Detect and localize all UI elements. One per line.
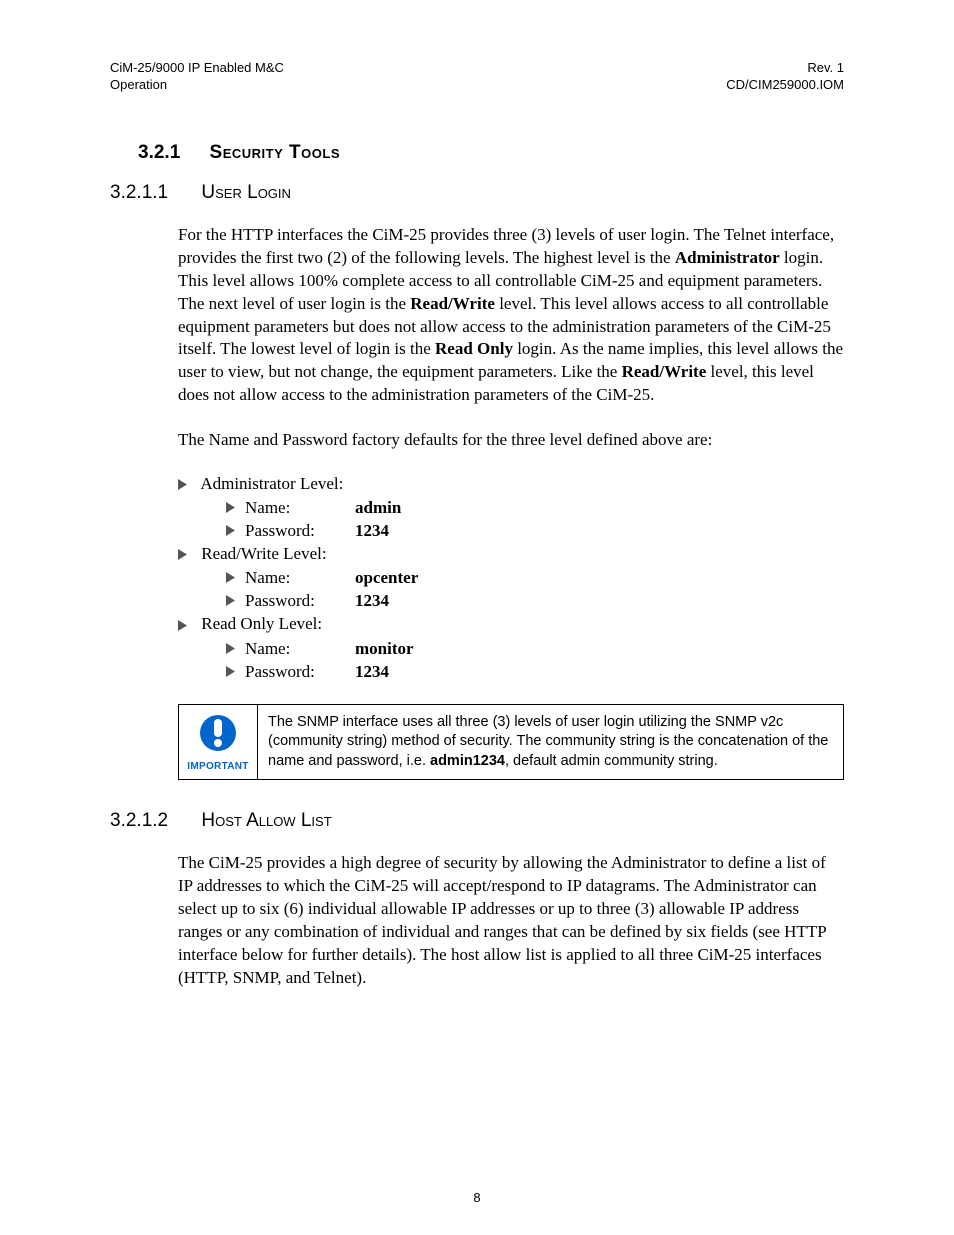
credential-name-value: admin bbox=[355, 498, 401, 518]
host-allow-paragraph: The CiM-25 provides a high degree of sec… bbox=[178, 852, 844, 990]
credential-row: Password: 1234 bbox=[226, 521, 844, 541]
user-login-paragraph-2: The Name and Password factory defaults f… bbox=[178, 429, 844, 452]
important-label: IMPORTANT bbox=[187, 761, 248, 772]
heading-title: Security Tools bbox=[210, 142, 340, 163]
credential-password-value: 1234 bbox=[355, 591, 389, 611]
heading-3-2-1-2: 3.2.1.2 Host Allow List bbox=[110, 810, 844, 832]
credential-row: Password: 1234 bbox=[226, 591, 844, 611]
heading-title: Host Allow List bbox=[201, 810, 331, 831]
level-label: Read Only Level: bbox=[201, 614, 322, 633]
text-bold: Read/Write bbox=[622, 362, 707, 381]
user-login-paragraph-1: For the HTTP interfaces the CiM-25 provi… bbox=[178, 224, 844, 408]
credential-name-label: Name: bbox=[245, 568, 355, 588]
page: CiM-25/9000 IP Enabled M&C Operation Rev… bbox=[0, 0, 954, 1235]
credential-row: Name: opcenter bbox=[226, 568, 844, 588]
arrow-icon bbox=[178, 475, 187, 495]
list-item: Read/Write Level: Name: opcenter Passwor… bbox=[178, 544, 844, 611]
credential-password-label: Password: bbox=[245, 591, 355, 611]
header-right-line1: Rev. 1 bbox=[726, 60, 844, 77]
heading-3-2-1: 3.2.1 Security Tools bbox=[138, 142, 844, 164]
important-note-text: The SNMP interface uses all three (3) le… bbox=[258, 705, 843, 780]
header-left-line2: Operation bbox=[110, 77, 284, 94]
credential-row: Password: 1234 bbox=[226, 662, 844, 682]
arrow-icon bbox=[178, 616, 187, 636]
credential-name-label: Name: bbox=[245, 639, 355, 659]
heading-number: 3.2.1.1 bbox=[110, 182, 168, 203]
credential-password-value: 1234 bbox=[355, 521, 389, 541]
heading-number: 3.2.1 bbox=[138, 142, 180, 163]
credential-sublist: Name: admin Password: 1234 bbox=[226, 498, 844, 541]
heading-title: User Login bbox=[201, 182, 291, 203]
text-bold: Read/Write bbox=[410, 294, 495, 313]
arrow-icon bbox=[226, 591, 235, 611]
credential-row: Name: admin bbox=[226, 498, 844, 518]
credential-password-label: Password: bbox=[245, 521, 355, 541]
level-label: Read/Write Level: bbox=[201, 544, 326, 563]
header-left-line1: CiM-25/9000 IP Enabled M&C bbox=[110, 60, 284, 77]
important-icon-cell: IMPORTANT bbox=[179, 705, 258, 780]
credential-row: Name: monitor bbox=[226, 639, 844, 659]
arrow-icon bbox=[226, 521, 235, 541]
arrow-icon bbox=[226, 639, 235, 659]
heading-number: 3.2.1.2 bbox=[110, 810, 168, 831]
list-item: Read Only Level: Name: monitor Password:… bbox=[178, 614, 844, 681]
text-run: , default admin community string. bbox=[505, 753, 718, 769]
heading-3-2-1-1: 3.2.1.1 User Login bbox=[110, 182, 844, 204]
page-header: CiM-25/9000 IP Enabled M&C Operation Rev… bbox=[110, 60, 844, 94]
important-icon bbox=[197, 712, 239, 759]
header-right-line2: CD/CIM259000.IOM bbox=[726, 77, 844, 94]
arrow-icon bbox=[226, 498, 235, 518]
credential-sublist: Name: opcenter Password: 1234 bbox=[226, 568, 844, 611]
header-left: CiM-25/9000 IP Enabled M&C Operation bbox=[110, 60, 284, 94]
text-bold: admin1234 bbox=[430, 753, 505, 769]
arrow-icon bbox=[226, 662, 235, 682]
credential-password-label: Password: bbox=[245, 662, 355, 682]
arrow-icon bbox=[178, 545, 187, 565]
text-bold: Read Only bbox=[435, 339, 513, 358]
credential-name-value: opcenter bbox=[355, 568, 418, 588]
credentials-list: Administrator Level: Name: admin Passwor… bbox=[178, 474, 844, 681]
list-item: Administrator Level: Name: admin Passwor… bbox=[178, 474, 844, 541]
credential-password-value: 1234 bbox=[355, 662, 389, 682]
credential-name-value: monitor bbox=[355, 639, 414, 659]
header-right: Rev. 1 CD/CIM259000.IOM bbox=[726, 60, 844, 94]
page-number: 8 bbox=[0, 1190, 954, 1205]
important-note-box: IMPORTANT The SNMP interface uses all th… bbox=[178, 704, 844, 781]
text-bold: Administrator bbox=[675, 248, 780, 267]
arrow-icon bbox=[226, 568, 235, 588]
credential-sublist: Name: monitor Password: 1234 bbox=[226, 639, 844, 682]
credential-name-label: Name: bbox=[245, 498, 355, 518]
level-label: Administrator Level: bbox=[200, 474, 343, 493]
